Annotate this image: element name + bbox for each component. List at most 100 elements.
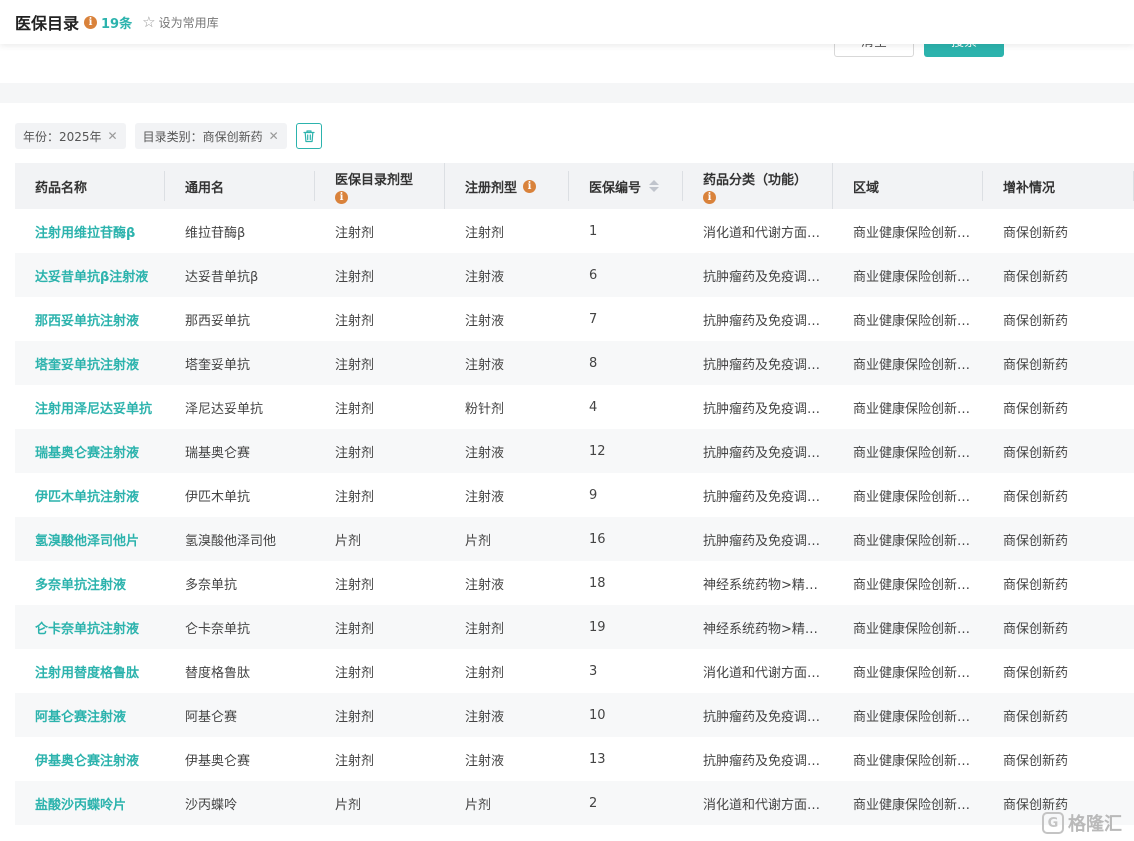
column-header-supplement-status[interactable]: 增补情况 bbox=[983, 163, 1134, 209]
cell-drug-category: 神经系统药物>精… bbox=[703, 577, 818, 593]
cell-catalog-dosage-form: 注射剂 bbox=[335, 401, 375, 417]
cell-supplement-status: 商保创新药 bbox=[1003, 533, 1069, 549]
cell-registered-dosage-form: 注射剂 bbox=[465, 665, 505, 681]
info-icon[interactable]: i bbox=[703, 190, 716, 204]
cell-drug-name[interactable]: 伊匹木单抗注射液 bbox=[15, 486, 165, 505]
cell-drug-name[interactable]: 阿基仑赛注射液 bbox=[15, 706, 165, 725]
cell-region: 商业健康保险创新… bbox=[853, 621, 971, 637]
column-header-insurance-code[interactable]: 医保编号 bbox=[569, 163, 683, 209]
cell-insurance-code: 1 bbox=[589, 223, 598, 239]
cell-insurance-code: 13 bbox=[589, 751, 606, 767]
table-row[interactable]: 注射用泽尼达妥单抗 泽尼达妥单抗 注射剂 粉针剂 4 抗肿瘤药及免疫调… 商业健康保险创新…… bbox=[15, 385, 1134, 429]
table-row[interactable]: 注射用维拉苷酶β 维拉苷酶β 注射剂 注射剂 1 消化道和代谢方面… 商业健康保险创新… 商保… bbox=[15, 209, 1134, 253]
cell-drug-name[interactable]: 达妥昔单抗β注射液 bbox=[15, 266, 165, 285]
cell-insurance-code: 18 bbox=[589, 575, 606, 591]
close-icon[interactable]: ✕ bbox=[269, 129, 279, 143]
table-row[interactable]: 注射用替度格鲁肽 替度格鲁肽 注射剂 注射剂 3 消化道和代谢方面… 商业健康保险创新… 商保… bbox=[15, 649, 1134, 693]
close-icon[interactable]: ✕ bbox=[108, 129, 118, 143]
column-header-drug-category[interactable]: 药品分类（功能） i bbox=[683, 163, 833, 209]
sort-icon[interactable] bbox=[649, 180, 660, 192]
cell-region: 商业健康保险创新… bbox=[853, 797, 971, 813]
cell-region: 商业健康保险创新… bbox=[853, 489, 971, 505]
cell-region: 商业健康保险创新… bbox=[853, 313, 971, 329]
cell-region: 商业健康保险创新… bbox=[853, 709, 971, 725]
table-row[interactable]: 多奈单抗注射液 多奈单抗 注射剂 注射液 18 神经系统药物>精… 商业健康保险创新… 商保创… bbox=[15, 561, 1134, 605]
result-count: 19条 bbox=[101, 16, 133, 32]
table-row[interactable]: 盐酸沙丙蝶呤片 沙丙蝶呤 片剂 片剂 2 消化道和代谢方面… 商业健康保险创新… 商保创新药 bbox=[15, 781, 1134, 825]
column-header-drug-name[interactable]: 药品名称 bbox=[15, 163, 165, 209]
cell-catalog-dosage-form: 注射剂 bbox=[335, 489, 375, 505]
cell-drug-name[interactable]: 瑞基奥仑赛注射液 bbox=[15, 442, 165, 461]
column-header-generic-name[interactable]: 通用名 bbox=[165, 163, 315, 209]
table-row[interactable]: 达妥昔单抗β注射液 达妥昔单抗β 注射剂 注射液 6 抗肿瘤药及免疫调… 商业健康保险创新…… bbox=[15, 253, 1134, 297]
cell-catalog-dosage-form: 片剂 bbox=[335, 533, 362, 549]
cell-registered-dosage-form: 注射剂 bbox=[465, 621, 505, 637]
table-row[interactable]: 伊匹木单抗注射液 伊匹木单抗 注射剂 注射液 9 抗肿瘤药及免疫调… 商业健康保险创新… 商保… bbox=[15, 473, 1134, 517]
favorite-label: 设为常用库 bbox=[158, 15, 219, 30]
clear-filters-button[interactable] bbox=[295, 123, 322, 149]
column-header-region[interactable]: 区域 bbox=[833, 163, 983, 209]
cell-supplement-status: 商保创新药 bbox=[1003, 225, 1069, 241]
cell-registered-dosage-form: 注射液 bbox=[465, 709, 505, 725]
cell-catalog-dosage-form: 注射剂 bbox=[335, 269, 375, 285]
cell-registered-dosage-form: 注射液 bbox=[465, 577, 505, 593]
page-title: 医保目录 bbox=[15, 14, 80, 33]
table-row[interactable]: 氢溴酸他泽司他片 氢溴酸他泽司他 片剂 片剂 16 抗肿瘤药及免疫调… 商业健康保险创新… 商… bbox=[15, 517, 1134, 561]
cell-drug-category: 抗肿瘤药及免疫调… bbox=[703, 357, 821, 373]
cell-registered-dosage-form: 片剂 bbox=[465, 533, 492, 549]
cell-drug-name[interactable]: 氢溴酸他泽司他片 bbox=[15, 530, 165, 549]
info-icon[interactable]: i bbox=[335, 190, 348, 204]
info-icon[interactable]: i bbox=[84, 15, 98, 29]
cell-drug-category: 抗肿瘤药及免疫调… bbox=[703, 709, 821, 725]
cell-drug-name[interactable]: 仑卡奈单抗注射液 bbox=[15, 618, 165, 637]
cell-drug-name[interactable]: 那西妥单抗注射液 bbox=[15, 310, 165, 329]
column-header-registered-dosage-form[interactable]: 注册剂型 i bbox=[445, 163, 569, 209]
cell-catalog-dosage-form: 注射剂 bbox=[335, 313, 375, 329]
cell-insurance-code: 7 bbox=[589, 311, 598, 327]
cell-generic-name: 瑞基奥仑赛 bbox=[185, 445, 251, 461]
cell-generic-name: 阿基仑赛 bbox=[185, 709, 238, 725]
cell-generic-name: 达妥昔单抗β bbox=[185, 269, 259, 285]
cell-region: 商业健康保险创新… bbox=[853, 577, 971, 593]
cell-drug-name[interactable]: 注射用泽尼达妥单抗 bbox=[15, 398, 165, 417]
cell-region: 商业健康保险创新… bbox=[853, 225, 971, 241]
cell-registered-dosage-form: 粉针剂 bbox=[465, 401, 505, 417]
cell-drug-name[interactable]: 塔奎妥单抗注射液 bbox=[15, 354, 165, 373]
table-row[interactable]: 瑞基奥仑赛注射液 瑞基奥仑赛 注射剂 注射液 12 抗肿瘤药及免疫调… 商业健康保险创新… 商… bbox=[15, 429, 1134, 473]
cell-drug-name[interactable]: 注射用维拉苷酶β bbox=[15, 222, 165, 241]
cell-drug-category: 神经系统药物>精… bbox=[703, 621, 818, 637]
table-row[interactable]: 那西妥单抗注射液 那西妥单抗 注射剂 注射液 7 抗肿瘤药及免疫调… 商业健康保险创新… 商保… bbox=[15, 297, 1134, 341]
cell-insurance-code: 3 bbox=[589, 663, 598, 679]
active-filters: 年份：2025年 ✕ 目录类别：商保创新药 ✕ bbox=[15, 123, 322, 149]
cell-drug-category: 抗肿瘤药及免疫调… bbox=[703, 489, 821, 505]
info-icon[interactable]: i bbox=[523, 179, 537, 193]
favorite-button[interactable]: ☆ 设为常用库 bbox=[142, 13, 218, 31]
cell-drug-name[interactable]: 多奈单抗注射液 bbox=[15, 574, 165, 593]
cell-generic-name: 伊基奥仑赛 bbox=[185, 753, 251, 769]
page-header: 医保目录 i 19条 ☆ 设为常用库 bbox=[0, 0, 1134, 44]
column-header-catalog-dosage-form[interactable]: 医保目录剂型 i bbox=[315, 163, 445, 209]
cell-registered-dosage-form: 注射液 bbox=[465, 357, 505, 373]
table-row[interactable]: 伊基奥仑赛注射液 伊基奥仑赛 注射剂 注射液 13 抗肿瘤药及免疫调… 商业健康保险创新… 商… bbox=[15, 737, 1134, 781]
cell-supplement-status: 商保创新药 bbox=[1003, 709, 1069, 725]
cell-supplement-status: 商保创新药 bbox=[1003, 665, 1069, 681]
cell-drug-category: 抗肿瘤药及免疫调… bbox=[703, 445, 821, 461]
cell-catalog-dosage-form: 注射剂 bbox=[335, 621, 375, 637]
table-row[interactable]: 阿基仑赛注射液 阿基仑赛 注射剂 注射液 10 抗肿瘤药及免疫调… 商业健康保险创新… 商保创… bbox=[15, 693, 1134, 737]
cell-drug-name[interactable]: 伊基奥仑赛注射液 bbox=[15, 750, 165, 769]
cell-drug-category: 消化道和代谢方面… bbox=[703, 797, 821, 813]
table-row[interactable]: 仑卡奈单抗注射液 仑卡奈单抗 注射剂 注射剂 19 神经系统药物>精… 商业健康保险创新… 商… bbox=[15, 605, 1134, 649]
cell-region: 商业健康保险创新… bbox=[853, 445, 971, 461]
cell-generic-name: 氢溴酸他泽司他 bbox=[185, 533, 277, 549]
cell-region: 商业健康保险创新… bbox=[853, 665, 971, 681]
trash-icon bbox=[303, 130, 315, 143]
filter-tag-category: 目录类别：商保创新药 ✕ bbox=[134, 123, 287, 149]
table-row[interactable]: 塔奎妥单抗注射液 塔奎妥单抗 注射剂 注射液 8 抗肿瘤药及免疫调… 商业健康保险创新… 商保… bbox=[15, 341, 1134, 385]
cell-supplement-status: 商保创新药 bbox=[1003, 753, 1069, 769]
cell-supplement-status: 商保创新药 bbox=[1003, 401, 1069, 417]
cell-drug-name[interactable]: 盐酸沙丙蝶呤片 bbox=[15, 794, 165, 813]
cell-region: 商业健康保险创新… bbox=[853, 269, 971, 285]
table-body: 注射用维拉苷酶β 维拉苷酶β 注射剂 注射剂 1 消化道和代谢方面… 商业健康保险创新… 商保… bbox=[15, 209, 1134, 825]
cell-catalog-dosage-form: 注射剂 bbox=[335, 577, 375, 593]
cell-drug-name[interactable]: 注射用替度格鲁肽 bbox=[15, 662, 165, 681]
